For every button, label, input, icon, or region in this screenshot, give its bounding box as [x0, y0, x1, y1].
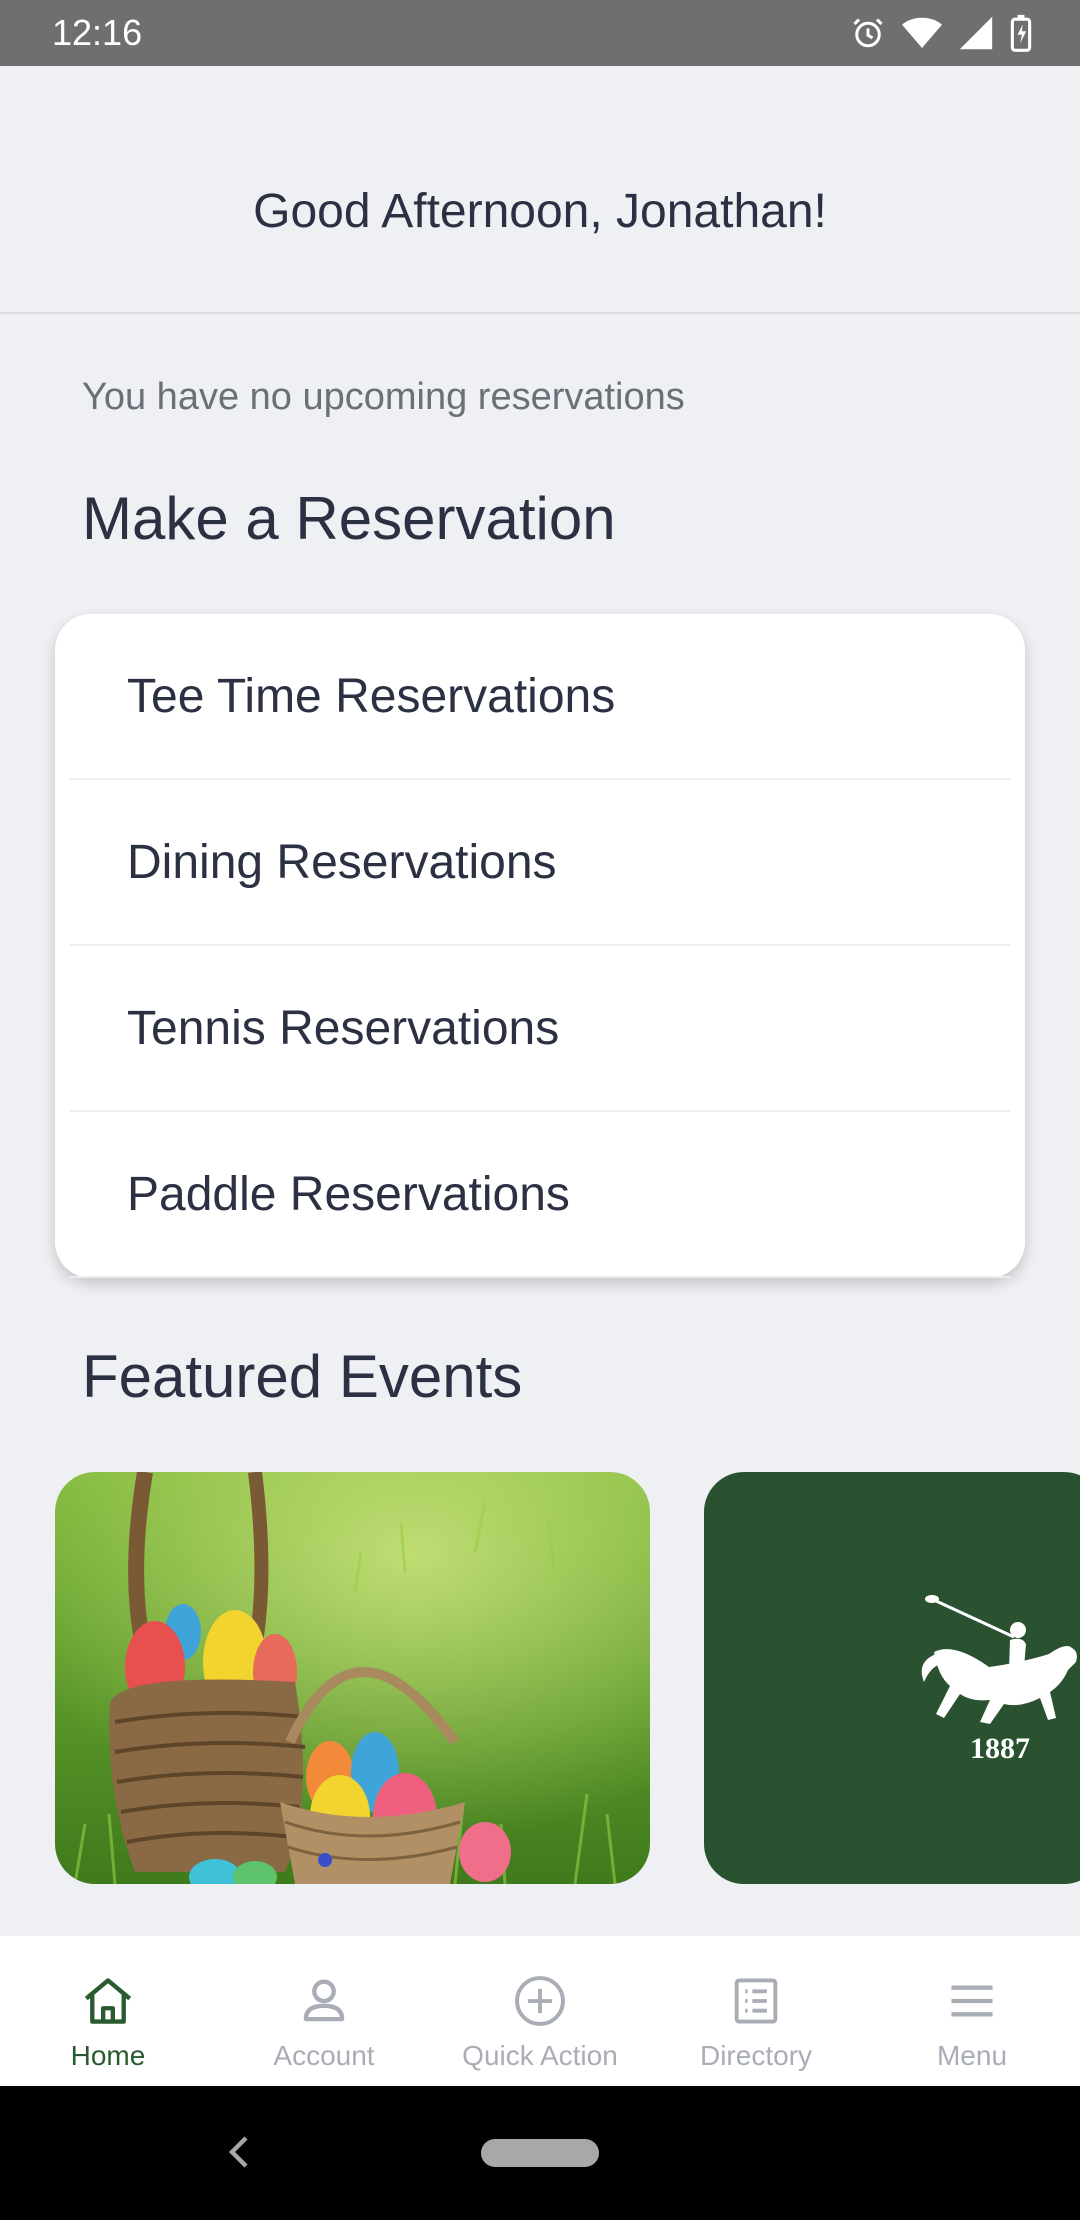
logo-year: 1887 — [970, 1732, 1030, 1765]
signal-icon — [959, 16, 993, 50]
hamburger-icon — [951, 1985, 993, 2017]
nav-directory-label: Directory — [699, 2040, 812, 2071]
back-icon[interactable] — [226, 2132, 252, 2172]
easter-egg-basket-image — [55, 1472, 650, 1884]
alarm-icon — [853, 18, 883, 48]
status-icons — [850, 14, 1032, 52]
tee-time-reservations-item[interactable]: Tee Time Reservations — [70, 614, 1010, 780]
reservation-list: Tee Time Reservations Dining Reservation… — [55, 614, 1025, 1278]
home-pill-button[interactable] — [481, 2139, 599, 2167]
home-icon — [84, 1978, 132, 2024]
no-reservations-message: You have no upcoming reservations — [82, 376, 685, 418]
nav-directory[interactable]: Directory — [648, 1936, 864, 2086]
polo-horse-logo: 1887 — [921, 1595, 1077, 1765]
nav-home-label: Home — [70, 2040, 146, 2071]
make-reservation-title: Make a Reservation — [82, 485, 616, 552]
event-card-easter[interactable] — [55, 1472, 650, 1884]
nav-account-label: Account — [273, 2040, 375, 2071]
nav-quick-action-label: Quick Action — [462, 2040, 618, 2071]
nav-menu[interactable]: Menu — [864, 1936, 1080, 2086]
greeting: Good Afternoon, Jonathan! — [253, 184, 827, 238]
event-card-polo[interactable]: 1887 — [704, 1472, 1080, 1884]
person-icon — [303, 1979, 345, 2022]
dining-reservations-item[interactable]: Dining Reservations — [70, 780, 1010, 946]
wifi-icon — [902, 17, 942, 48]
featured-events-title: Featured Events — [82, 1343, 523, 1410]
status-bar: 12:16 — [0, 0, 1080, 66]
nav-account[interactable]: Account — [216, 1936, 432, 2086]
bottom-navigation: Home Account Quick Action Directory Menu — [0, 1936, 1080, 2086]
nav-home[interactable]: Home — [0, 1936, 216, 2086]
system-navigation-bar — [0, 2086, 1080, 2220]
header: Good Afternoon, Jonathan! — [0, 66, 1080, 314]
plus-circle-icon — [515, 1976, 565, 2026]
nav-quick-action[interactable]: Quick Action — [432, 1936, 648, 2086]
battery-icon — [1010, 14, 1032, 52]
status-time: 12:16 — [52, 12, 143, 53]
list-icon — [734, 1978, 778, 2024]
tennis-reservations-item[interactable]: Tennis Reservations — [70, 946, 1010, 1112]
nav-menu-label: Menu — [936, 2040, 1008, 2071]
paddle-reservations-item[interactable]: Paddle Reservations — [70, 1112, 1010, 1278]
